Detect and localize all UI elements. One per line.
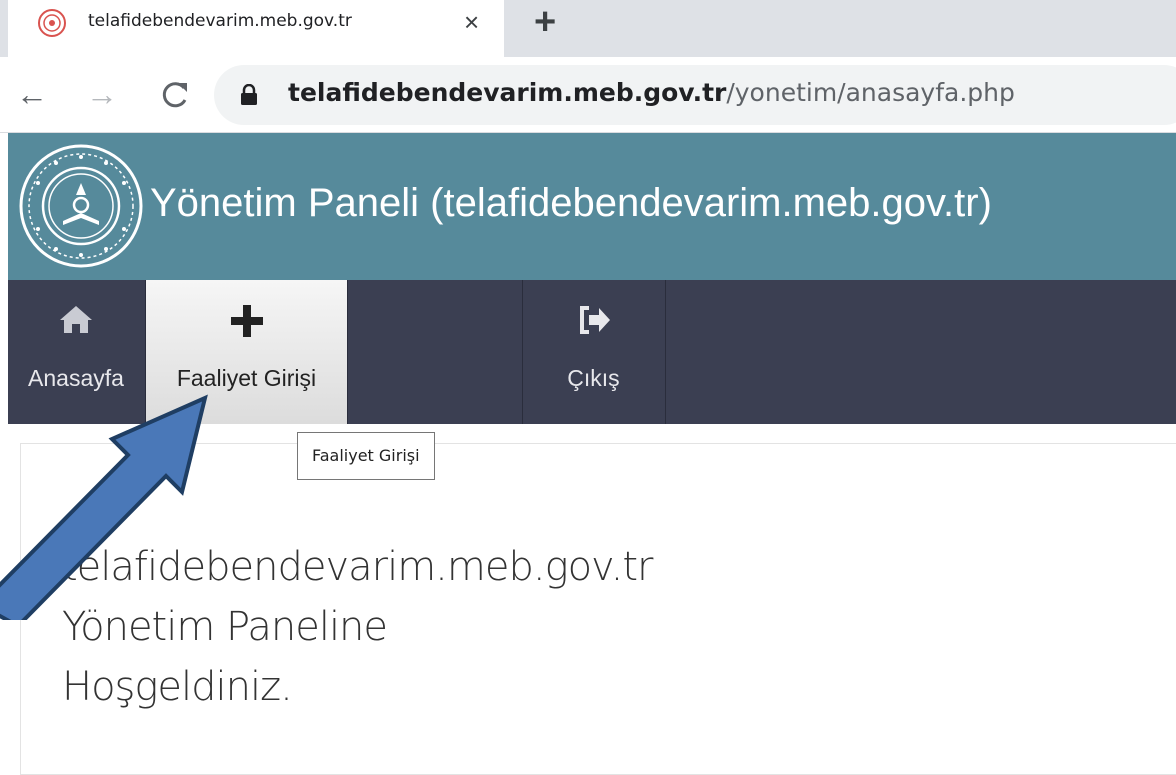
meb-favicon-icon	[38, 9, 66, 37]
url-text: telafidebendevarim.meb.gov.tr/yonetim/an…	[288, 78, 1015, 107]
browser-toolbar: ← → telafidebendevarim.meb.gov.tr/yoneti…	[0, 57, 1176, 133]
reload-icon[interactable]	[160, 79, 190, 111]
pointer-arrow-icon	[0, 394, 208, 620]
welcome-line-greeting: Hoşgeldiniz.	[62, 664, 293, 710]
site-header: Yönetim Paneli (telafidebendevarim.meb.g…	[8, 133, 1176, 280]
browser-tab[interactable]: telafidebendevarim.meb.gov.tr ×	[8, 0, 504, 57]
sign-out-icon	[522, 304, 665, 340]
back-button[interactable]: ←	[16, 76, 48, 112]
meb-logo-icon[interactable]	[18, 143, 144, 269]
lock-icon	[241, 84, 257, 105]
site-title: Yönetim Paneli (telafidebendevarim.meb.g…	[150, 181, 992, 225]
new-tab-button[interactable]: +	[534, 2, 556, 42]
nav-label-cikis: Çıkış	[567, 365, 620, 391]
plus-icon	[146, 304, 347, 340]
address-bar[interactable]: telafidebendevarim.meb.gov.tr/yonetim/an…	[214, 65, 1176, 125]
tooltip: Faaliyet Girişi	[297, 432, 435, 480]
forward-button[interactable]: →	[86, 76, 118, 112]
url-path: /yonetim/anasayfa.php	[726, 78, 1015, 107]
url-host: telafidebendevarim.meb.gov.tr	[288, 78, 727, 107]
nav-spacer	[346, 280, 523, 424]
nav-item-cikis[interactable]: Çıkış	[522, 280, 666, 424]
tab-title: telafidebendevarim.meb.gov.tr	[88, 11, 352, 31]
home-icon	[8, 304, 144, 340]
browser-tab-strip: telafidebendevarim.meb.gov.tr × +	[0, 0, 1176, 57]
tab-close-icon[interactable]: ×	[464, 8, 479, 36]
